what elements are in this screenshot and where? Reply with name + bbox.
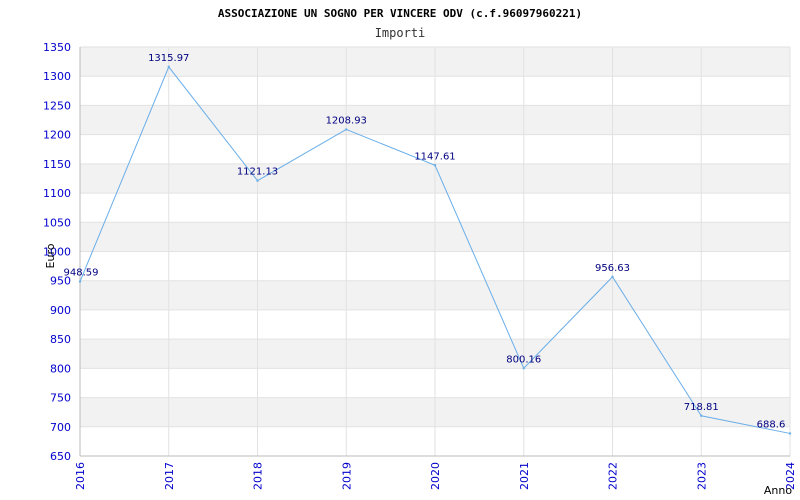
y-tick-label: 1150 [43,158,71,171]
data-label: 1208.93 [326,115,367,126]
y-tick-label: 650 [50,450,71,463]
data-point [78,280,82,283]
data-point [433,164,437,167]
x-tick-label: 2022 [607,462,620,490]
y-tick-label: 1300 [43,70,71,83]
x-tick-labels: 2016 2017 2018 2019 2020 2021 2022 2023 2024 [74,462,797,490]
data-label: 948.59 [64,268,99,279]
x-tick-label: 2017 [163,462,176,490]
y-tick-label: 750 [50,392,71,405]
data-label: 718.81 [684,402,719,413]
y-tick-label: 900 [50,304,71,317]
x-tick-label: 2020 [429,462,442,490]
y-tick-label: 700 [50,421,71,434]
y-tick-label: 800 [50,362,71,375]
x-tick-label: 2018 [252,462,265,490]
data-point [700,414,703,417]
y-tick-label: 1200 [43,129,71,142]
data-label: 688.6 [757,419,786,430]
chart: 6507007508008509009501000105011001150120… [43,7,797,497]
data-label: 956.63 [595,263,630,274]
data-label: 1315.97 [148,53,189,64]
data-point [788,432,792,435]
data-point [611,275,614,279]
y-tick-label: 1250 [43,99,71,112]
data-label: 1147.61 [414,151,455,162]
data-label: 1121.13 [237,167,278,178]
x-tick-label: 2016 [74,462,87,490]
data-point [522,367,525,370]
y-axis-label: Euro [44,243,57,268]
data-label: 800.16 [506,354,541,365]
data-point [167,65,170,69]
x-tick-label: 2023 [695,462,708,490]
chart-subtitle: Importi [375,26,426,40]
y-tick-label: 1050 [43,216,71,229]
y-tick-label: 850 [50,333,71,346]
x-tick-label: 2021 [518,462,531,490]
x-axis-label: Anno [764,484,792,497]
data-point [256,179,259,182]
y-tick-label: 1100 [43,187,71,200]
data-point [345,128,348,131]
y-tick-label: 1350 [43,41,71,54]
chart-title: ASSOCIAZIONE UN SOGNO PER VINCERE ODV (c… [218,7,582,20]
x-tick-label: 2019 [340,462,353,490]
